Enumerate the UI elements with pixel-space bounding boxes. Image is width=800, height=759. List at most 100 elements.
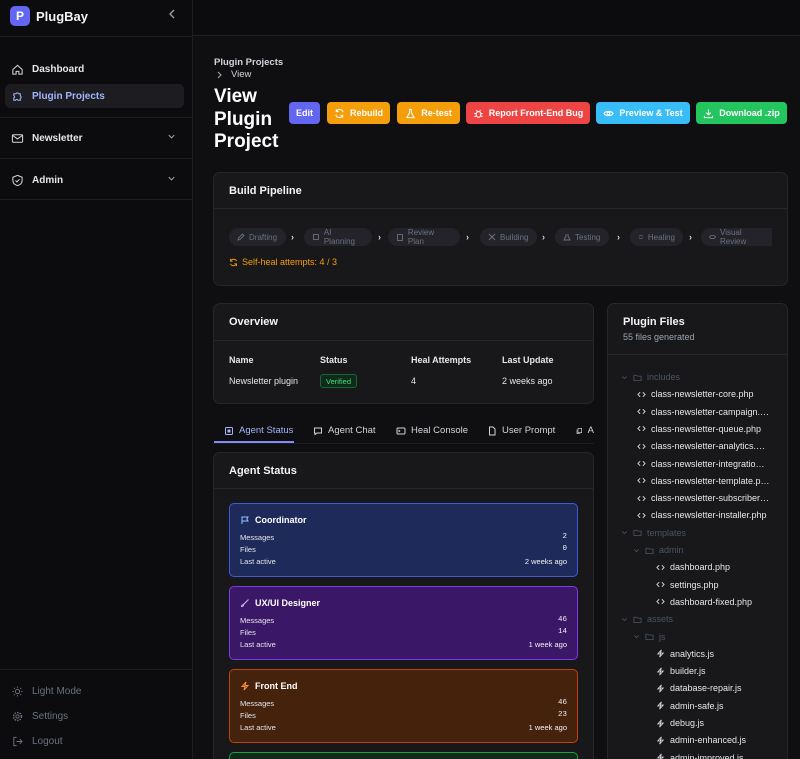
tab-more[interactable]: A (576, 425, 594, 436)
status-badge: Verified (320, 374, 358, 388)
shield-icon (12, 174, 23, 186)
logout-link[interactable]: Logout (5, 731, 63, 751)
breadcrumb-parent[interactable]: Plugin Projects (214, 57, 283, 68)
terminal-icon (396, 427, 406, 434)
chevron-right-icon (217, 71, 222, 78)
folder-item[interactable]: templates (621, 528, 686, 538)
chat-icon (314, 427, 322, 435)
file-name: class-newsletter-installer.php (651, 510, 767, 521)
chevron-right-icon: › (617, 232, 620, 242)
bug-icon (474, 109, 483, 118)
folder-item[interactable]: admin (633, 545, 684, 555)
nav-plugin-projects-label: Plugin Projects (32, 90, 105, 102)
light-mode-toggle[interactable]: Light Mode (5, 681, 81, 701)
file-name: class-newsletter-subscriber… (651, 493, 770, 504)
report-bug-button-label: Report Front-End Bug (488, 108, 584, 118)
home-icon (12, 64, 23, 75)
step-label: Review Plan (407, 228, 435, 246)
agent-name: Front End (240, 681, 298, 691)
file-item[interactable]: class-newsletter-queue.php (637, 424, 761, 434)
agent-messages-label: Messages (240, 699, 275, 708)
chevron-right-icon: › (466, 232, 469, 242)
file-item[interactable]: admin-safe.js (656, 701, 724, 711)
build-pipeline-title: Build Pipeline (229, 185, 302, 197)
mail-icon (11, 133, 24, 143)
file-item[interactable]: class-newsletter-campaign.… (637, 407, 769, 417)
agent-last-active-value: 1 week ago (528, 723, 567, 732)
divider (0, 36, 193, 37)
logout-icon (13, 736, 23, 746)
chevron-down-icon (168, 134, 175, 139)
brand[interactable]: P PlugBay (10, 6, 88, 26)
breadcrumb-current: View (231, 69, 252, 80)
divider (0, 669, 193, 670)
file-item[interactable]: debug.js (656, 718, 704, 728)
tab-label: Agent Status (239, 425, 294, 436)
file-item[interactable]: dashboard-fixed.php (656, 597, 752, 607)
download-zip-button[interactable]: Download .zip (696, 102, 787, 124)
tab-heal-console[interactable]: Heal Console (396, 425, 468, 436)
file-item[interactable]: database-repair.js (656, 683, 742, 693)
nav-admin[interactable]: Admin (5, 168, 184, 192)
folder-item[interactable]: js (633, 632, 666, 642)
agent-card-coordinator[interactable]: Coordinator Messages 2 Files 0 Last acti… (229, 503, 578, 577)
eye-icon (603, 110, 614, 116)
chevron-right-icon: › (378, 232, 381, 242)
file-item[interactable]: admin-enhanced.js (656, 735, 746, 745)
divider (0, 199, 193, 200)
self-heal-status: Self-heal attempts: 4 / 3 (229, 257, 337, 267)
puzzle-icon (13, 91, 22, 101)
file-item[interactable]: settings.php (656, 580, 719, 590)
sidebar: P PlugBay Dashboard Plugin Projects News… (0, 0, 193, 759)
file-item[interactable]: class-newsletter-subscriber… (637, 493, 769, 503)
nav-dashboard[interactable]: Dashboard (5, 57, 184, 81)
agent-messages-value: 46 (557, 616, 567, 624)
divider (0, 158, 193, 159)
agent-card-front-end[interactable]: Front End Messages 46 Files 23 Last acti… (229, 669, 578, 743)
refresh-icon (638, 234, 644, 240)
nav-admin-label: Admin (32, 174, 64, 186)
agent-files-value: 14 (557, 628, 567, 636)
flask-icon (563, 234, 571, 241)
step-label: Visual Review (720, 228, 747, 246)
nav-newsletter[interactable]: Newsletter (5, 126, 184, 150)
tab-agent-status[interactable]: Agent Status (224, 425, 293, 436)
file-item[interactable]: dashboard.php (656, 562, 730, 572)
folder-item[interactable]: includes (621, 372, 680, 382)
file-item[interactable]: class-newsletter-analytics.… (637, 441, 765, 451)
settings-link[interactable]: Settings (5, 706, 68, 726)
nav-newsletter-label: Newsletter (32, 132, 83, 144)
folder-name: admin (659, 545, 684, 555)
report-bug-button[interactable]: Report Front-End Bug (466, 102, 590, 124)
tab-user-prompt[interactable]: User Prompt (487, 425, 555, 436)
file-item[interactable]: class-newsletter-integratio… (637, 459, 765, 469)
folder-name: includes (647, 372, 681, 382)
file-name: analytics.js (670, 648, 715, 659)
file-item[interactable]: class-newsletter-template.p… (637, 476, 770, 486)
folder-item[interactable]: assets (621, 614, 673, 624)
flag-icon (241, 516, 249, 524)
agent-card[interactable] (229, 752, 578, 759)
edit-button[interactable]: Edit (289, 102, 320, 124)
tab-agent-chat[interactable]: Agent Chat (313, 425, 376, 436)
retest-button[interactable]: Re-test (397, 102, 460, 124)
preview-test-button[interactable]: Preview & Test (596, 102, 690, 124)
overview-title: Overview (229, 316, 278, 328)
col-header-updated: Last Update (502, 355, 554, 365)
file-item[interactable]: builder.js (656, 666, 706, 676)
file-item[interactable]: admin-improved.js (656, 753, 744, 759)
rebuild-button[interactable]: Rebuild (327, 102, 390, 124)
file-item[interactable]: class-newsletter-core.php (637, 389, 754, 399)
agent-messages-value: 46 (557, 699, 567, 707)
file-name: class-newsletter-campaign.… (651, 406, 770, 417)
pipeline-step: Testing (555, 228, 609, 246)
file-item[interactable]: class-newsletter-installer.php (637, 510, 767, 520)
nav-plugin-projects[interactable]: Plugin Projects (5, 84, 184, 108)
file-name: dashboard-fixed.php (670, 596, 753, 607)
clipboard-icon (397, 234, 403, 241)
file-item[interactable]: analytics.js (656, 649, 714, 659)
agent-card-ux-ui-designer[interactable]: UX/UI Designer Messages 46 Files 14 Last… (229, 586, 578, 660)
divider (608, 354, 787, 355)
collapse-sidebar-icon[interactable] (166, 8, 178, 23)
tab-label: Heal Console (411, 425, 469, 436)
